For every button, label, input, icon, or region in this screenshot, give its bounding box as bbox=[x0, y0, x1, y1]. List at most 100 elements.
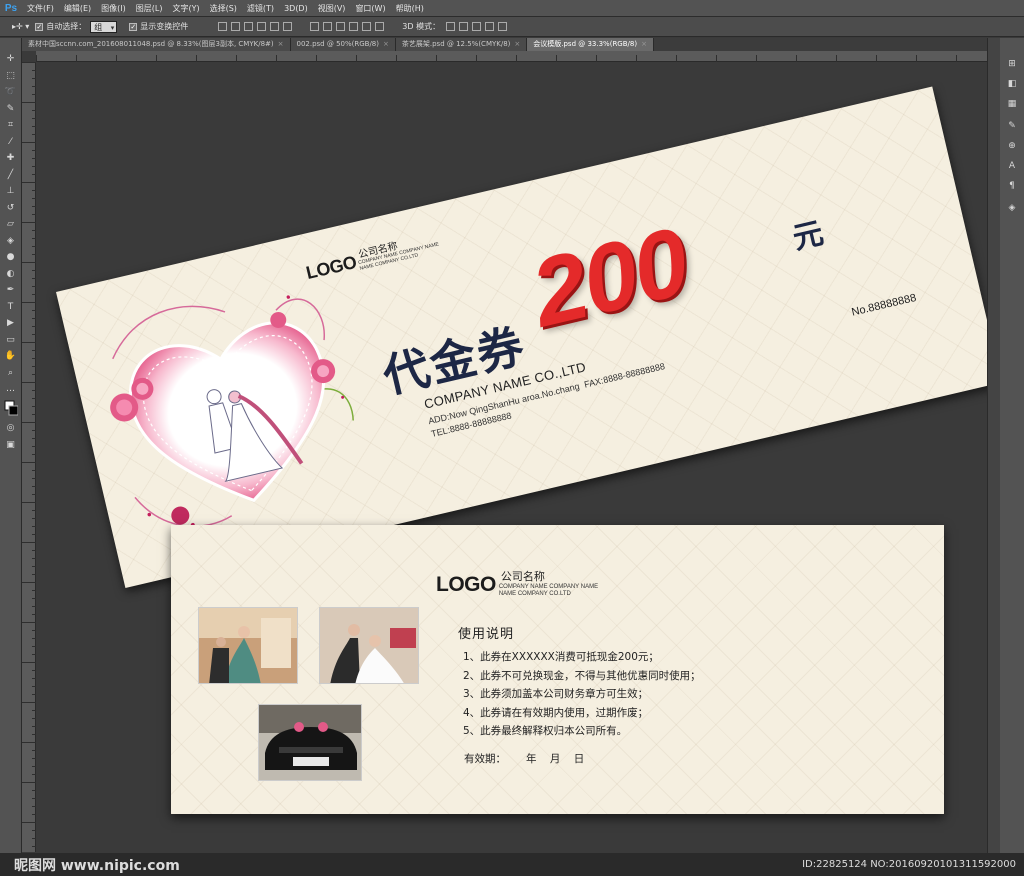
watermark-bar: 昵图网 www.nipic.com ID:22825124 NO:2016092… bbox=[0, 853, 1024, 876]
usage-rule: 5、此券最终解释权归本公司所有。 bbox=[463, 725, 628, 737]
distribute-buttons bbox=[310, 22, 388, 31]
menu-bar: Ps 文件(F) 编辑(E) 图像(I) 图层(L) 文字(Y) 选择(S) 滤… bbox=[0, 0, 1024, 17]
coupon-back: LOGO 公司名称 COMPANY NAME COMPANY NAME NAME… bbox=[171, 525, 944, 814]
distribute-vcenter-icon[interactable] bbox=[323, 22, 333, 31]
path-select-tool-icon[interactable]: ▶ bbox=[4, 316, 18, 330]
doc-tab[interactable]: 茶艺展架.psd @ 12.5%(CMYK/8) × bbox=[395, 38, 528, 51]
usage-rule: 2、此券不可兑换现金，不得与其他优惠同时使用； bbox=[463, 669, 701, 682]
more-tools-icon[interactable]: … bbox=[4, 382, 18, 396]
type-tool-icon[interactable]: T bbox=[4, 300, 18, 314]
eraser-tool-icon[interactable]: ▱ bbox=[4, 217, 18, 231]
align-top-icon[interactable] bbox=[218, 22, 228, 31]
pen-tool-icon[interactable]: ✒ bbox=[4, 283, 18, 297]
slide-3d-icon[interactable] bbox=[485, 22, 495, 31]
menu-layer[interactable]: 图层(L) bbox=[131, 3, 168, 14]
document-tabs: 素材中国sccnn.com_201608011048.psd @ 8.33%(图… bbox=[22, 38, 987, 51]
wedding-car-photo bbox=[259, 705, 361, 780]
move-tool-icon[interactable]: ✛ bbox=[4, 52, 18, 66]
clone-source-panel-icon[interactable]: ⊕ bbox=[1004, 138, 1020, 154]
doc-tab[interactable]: 002.psd @ 50%(RGB/8) × bbox=[290, 38, 396, 51]
menu-type[interactable]: 文字(Y) bbox=[167, 3, 204, 14]
brush-tool-icon[interactable]: ╱ bbox=[4, 168, 18, 182]
doc-tab-label: 002.psd @ 50%(RGB/8) bbox=[296, 40, 380, 48]
rotate-3d-icon[interactable] bbox=[446, 22, 456, 31]
close-icon[interactable]: × bbox=[278, 40, 284, 48]
paint-bucket-tool-icon[interactable]: ◈ bbox=[4, 234, 18, 248]
auto-select-dropdown[interactable]: 组 bbox=[90, 20, 118, 34]
menu-3d[interactable]: 3D(D) bbox=[279, 4, 313, 13]
usage-rules: 1、此券在XXXXXX消费可抵现金200元； 2、此券不可兑换现金，不得与其他优… bbox=[463, 648, 701, 741]
menu-select[interactable]: 选择(S) bbox=[205, 3, 242, 14]
hand-tool-icon[interactable]: ✋ bbox=[4, 349, 18, 363]
panel-collapse-strip[interactable] bbox=[988, 38, 1000, 853]
roll-3d-icon[interactable] bbox=[459, 22, 469, 31]
distribute-top-icon[interactable] bbox=[310, 22, 320, 31]
color-swatches-icon[interactable] bbox=[4, 399, 18, 419]
character-panel-icon[interactable]: A bbox=[1004, 158, 1020, 174]
history-brush-tool-icon[interactable]: ↺ bbox=[4, 201, 18, 215]
validity-line: 有效期： 年 月 日 bbox=[464, 751, 584, 766]
distribute-left-icon[interactable] bbox=[349, 22, 359, 31]
mode-3d-buttons bbox=[446, 22, 511, 31]
quick-select-tool-icon[interactable]: ✎ bbox=[4, 102, 18, 116]
clone-stamp-tool-icon[interactable]: ⊥ bbox=[4, 184, 18, 198]
show-transform-checkbox[interactable]: ✓ bbox=[129, 22, 138, 31]
menu-edit[interactable]: 编辑(E) bbox=[59, 3, 96, 14]
crop-tool-icon[interactable]: ⌗ bbox=[4, 118, 18, 132]
vertical-ruler[interactable] bbox=[22, 62, 36, 852]
quick-mask-icon[interactable]: ◎ bbox=[4, 421, 18, 435]
ruler-ticks bbox=[22, 62, 36, 847]
menu-window[interactable]: 窗口(W) bbox=[350, 3, 390, 14]
lasso-tool-icon[interactable]: ➰ bbox=[4, 85, 18, 99]
auto-select-checkbox[interactable]: ✓ bbox=[35, 22, 44, 31]
show-transform-option[interactable]: ✓ 显示变换控件 bbox=[129, 21, 188, 32]
close-icon[interactable]: × bbox=[641, 40, 647, 48]
align-left-icon[interactable] bbox=[257, 22, 267, 31]
tools-panel: ✛ ⬚ ➰ ✎ ⌗ ⁄ ✚ ╱ ⊥ ↺ ▱ ◈ ● ◐ ✒ T ▶ ▭ ✋ ⌕ … bbox=[0, 38, 22, 853]
menu-image[interactable]: 图像(I) bbox=[96, 3, 131, 14]
distribute-right-icon[interactable] bbox=[375, 22, 385, 31]
validity-year: 年 bbox=[526, 753, 537, 765]
properties-panel-icon[interactable]: ◧ bbox=[1004, 76, 1020, 92]
close-icon[interactable]: × bbox=[383, 40, 389, 48]
move-tool-preset-icon[interactable]: ▸✛ ▾ bbox=[12, 22, 29, 31]
options-bar: ▸✛ ▾ ✓ 自动选择： 组 ✓ 显示变换控件 3D 模式： bbox=[0, 17, 1024, 37]
scale-3d-icon[interactable] bbox=[498, 22, 508, 31]
align-right-icon[interactable] bbox=[283, 22, 293, 31]
pan-3d-icon[interactable] bbox=[472, 22, 482, 31]
history-panel-icon[interactable]: ⊞ bbox=[1004, 56, 1020, 72]
wedding-photo bbox=[319, 607, 419, 684]
coupon-front: LOGO 公司名称 COMPANY NAME COMPANY NAME NAME… bbox=[56, 86, 987, 588]
screen-mode-icon[interactable]: ▣ bbox=[4, 438, 18, 452]
right-panel-dock: ⊞ ◧ ▦ ✎ ⊕ A ¶ ◈ bbox=[987, 38, 1024, 853]
menu-filter[interactable]: 滤镜(T) bbox=[242, 3, 279, 14]
usage-rule: 3、此券须加盖本公司财务章方可生效； bbox=[463, 688, 649, 700]
close-icon[interactable]: × bbox=[514, 40, 520, 48]
logo-sub-line: COMPANY NAME COMPANY NAME bbox=[498, 584, 599, 590]
usage-title: 使用说明 bbox=[458, 627, 515, 642]
paragraph-panel-icon[interactable]: ¶ bbox=[1004, 178, 1020, 194]
healing-brush-tool-icon[interactable]: ✚ bbox=[4, 151, 18, 165]
doc-tab-active[interactable]: 会议模版.psd @ 33.3%(RGB/8) × bbox=[527, 38, 654, 51]
3d-panel-icon[interactable]: ◈ bbox=[1004, 200, 1020, 216]
distribute-hcenter-icon[interactable] bbox=[362, 22, 372, 31]
horizontal-ruler[interactable] bbox=[36, 51, 987, 66]
dodge-tool-icon[interactable]: ◐ bbox=[4, 267, 18, 281]
align-vcenter-icon[interactable] bbox=[231, 22, 241, 31]
auto-select-option[interactable]: ✓ 自动选择： 组 bbox=[35, 20, 118, 34]
blur-tool-icon[interactable]: ● bbox=[4, 250, 18, 264]
align-hcenter-icon[interactable] bbox=[270, 22, 280, 31]
doc-tab[interactable]: 素材中国sccnn.com_201608011048.psd @ 8.33%(图… bbox=[22, 38, 291, 51]
menu-file[interactable]: 文件(F) bbox=[22, 3, 59, 14]
brush-panel-icon[interactable]: ✎ bbox=[1004, 118, 1020, 134]
adjustments-panel-icon[interactable]: ▦ bbox=[1004, 96, 1020, 112]
marquee-tool-icon[interactable]: ⬚ bbox=[4, 69, 18, 83]
menu-view[interactable]: 视图(V) bbox=[313, 3, 351, 14]
document-canvas[interactable]: LOGO 公司名称 COMPANY NAME COMPANY NAME NAME… bbox=[36, 62, 987, 852]
zoom-tool-icon[interactable]: ⌕ bbox=[4, 366, 18, 380]
shape-tool-icon[interactable]: ▭ bbox=[4, 333, 18, 347]
menu-help[interactable]: 帮助(H) bbox=[391, 3, 429, 14]
align-bottom-icon[interactable] bbox=[244, 22, 254, 31]
distribute-bottom-icon[interactable] bbox=[336, 22, 346, 31]
eyedropper-tool-icon[interactable]: ⁄ bbox=[4, 135, 18, 149]
